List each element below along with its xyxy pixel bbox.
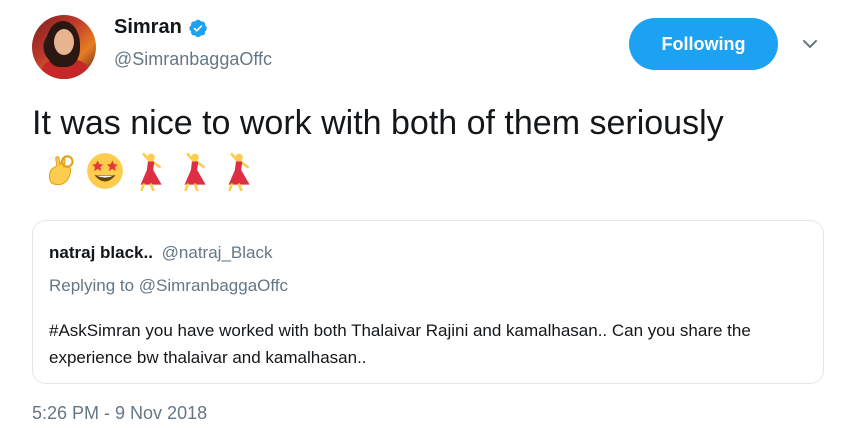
ok-hand-icon (48, 155, 74, 186)
tweet-body: It was nice to work with both of them se… (32, 104, 724, 142)
following-button[interactable]: Following (629, 18, 778, 70)
chevron-down-icon[interactable] (800, 34, 820, 54)
replying-to: Replying to @SimranbaggaOffc (49, 276, 289, 295)
quoted-author-name: natraj black.. (49, 243, 153, 262)
star-struck-icon (87, 153, 123, 189)
quoted-tweet[interactable]: natraj black.. @natraj_Black Replying to… (32, 220, 824, 384)
dancer-icon (184, 152, 206, 192)
quoted-author-handle: @natraj_Black (161, 243, 273, 262)
quoted-text: #AskSimran you have worked with both Tha… (49, 321, 751, 367)
emoji-row (40, 150, 258, 192)
tweet-text: It was nice to work with both of them se… (32, 100, 812, 192)
author-name-row[interactable]: Simran (114, 16, 208, 39)
author-handle[interactable]: @SimranbaggaOffc (114, 49, 272, 70)
tweet-timestamp[interactable]: 5:26 PM - 9 Nov 2018 (32, 403, 207, 424)
quoted-author[interactable]: natraj black.. @natraj_Black (49, 243, 272, 263)
avatar[interactable] (32, 15, 96, 79)
dancer-icon (228, 152, 250, 192)
author-name[interactable]: Simran (114, 16, 182, 39)
dancer-icon (140, 152, 162, 192)
verified-badge-icon (189, 19, 207, 37)
